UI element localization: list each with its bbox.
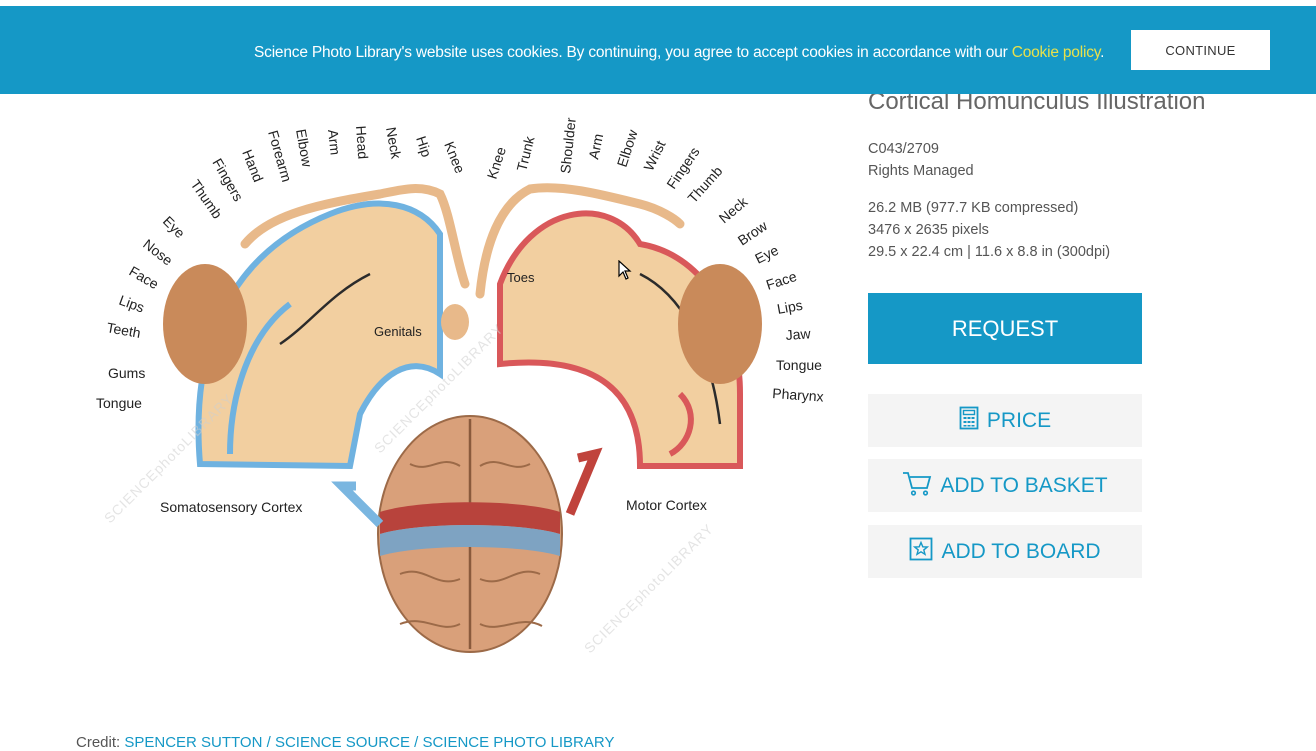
continue-button[interactable]: CONTINUE	[1131, 30, 1270, 70]
credit-link[interactable]: SPENCER SUTTON / SCIENCE SOURCE / SCIENC…	[124, 734, 614, 751]
calculator-icon	[959, 406, 979, 436]
cookie-message: Science Photo Library's website uses coo…	[254, 44, 1105, 61]
label-wrist: Wrist	[640, 138, 668, 174]
label-arm-left: Arm	[325, 129, 344, 156]
label-pharynx: Pharynx	[772, 385, 824, 405]
label-neck-left: Neck	[383, 126, 404, 161]
price-button[interactable]: PRICE	[868, 394, 1142, 447]
label-hand: Hand	[239, 147, 266, 184]
label-shoulder: Shoulder	[557, 117, 579, 175]
file-size: 26.2 MB (977.7 KB compressed)	[868, 200, 1079, 216]
board-label: ADD TO BOARD	[941, 539, 1101, 563]
basket-label: ADD TO BASKET	[940, 473, 1108, 497]
label-nose: Nose	[140, 236, 176, 269]
toes-label: Toes	[507, 270, 535, 285]
label-lips-right: Lips	[776, 297, 804, 317]
label-gums: Gums	[108, 365, 145, 381]
pixel-size: 3476 x 2635 pixels	[868, 222, 989, 238]
label-neck-right: Neck	[716, 193, 751, 226]
price-label: PRICE	[986, 408, 1052, 432]
star-board-icon	[909, 537, 933, 567]
label-trunk: Trunk	[513, 134, 537, 173]
label-thumb-left: Thumb	[188, 177, 226, 222]
add-to-basket-button[interactable]: ADD TO BASKET	[868, 459, 1142, 512]
somatosensory-caption: Somatosensory Cortex	[160, 499, 302, 515]
label-brow: Brow	[735, 217, 771, 249]
label-eye-left: Eye	[160, 213, 189, 242]
file-info: 26.2 MB (977.7 KB compressed) 3476 x 263…	[868, 197, 1110, 263]
label-face-right: Face	[764, 268, 799, 293]
label-tongue-right: Tongue	[776, 357, 822, 373]
label-head: Head	[353, 125, 371, 160]
image-credit: Credit: SPENCER SUTTON / SCIENCE SOURCE …	[76, 734, 615, 751]
label-hip: Hip	[413, 134, 435, 159]
product-license: Rights Managed	[868, 163, 974, 179]
add-to-board-button[interactable]: ADD TO BOARD	[868, 525, 1142, 578]
product-meta: C043/2709 Rights Managed	[868, 138, 974, 182]
label-lips-left: Lips	[117, 292, 147, 316]
cookie-banner: Science Photo Library's website uses coo…	[0, 6, 1316, 94]
motor-caption: Motor Cortex	[626, 497, 707, 513]
label-eye-right: Eye	[752, 242, 781, 267]
illustration-svg: SCIENCEphotoLIBRARY SCIENCEphotoLIBRARY …	[96, 117, 824, 657]
label-knee-left: Knee	[441, 139, 468, 176]
basket-icon	[902, 470, 932, 502]
homunculus-illustration[interactable]: SCIENCEphotoLIBRARY SCIENCEphotoLIBRARY …	[80, 94, 840, 694]
mouse-cursor-icon	[618, 259, 632, 285]
cookie-policy-link[interactable]: Cookie policy	[1012, 44, 1101, 61]
watermark-3: SCIENCEphotoLIBRARY	[581, 520, 717, 656]
label-tongue-left: Tongue	[96, 395, 142, 411]
product-id: C043/2709	[868, 141, 939, 157]
label-elbow-left: Elbow	[293, 128, 316, 169]
genitals-label: Genitals	[374, 324, 422, 339]
label-elbow-right: Elbow	[614, 127, 641, 169]
label-jaw: Jaw	[785, 325, 812, 343]
label-knee-right: Knee	[484, 145, 509, 181]
label-forearm: Forearm	[265, 128, 295, 183]
print-dimensions: 29.5 x 22.4 cm | 11.6 x 8.8 in (300dpi)	[868, 244, 1111, 260]
label-arm-right: Arm	[585, 132, 606, 160]
label-teeth: Teeth	[105, 319, 142, 341]
request-button[interactable]: REQUEST	[868, 293, 1142, 364]
label-face-left: Face	[127, 263, 162, 293]
